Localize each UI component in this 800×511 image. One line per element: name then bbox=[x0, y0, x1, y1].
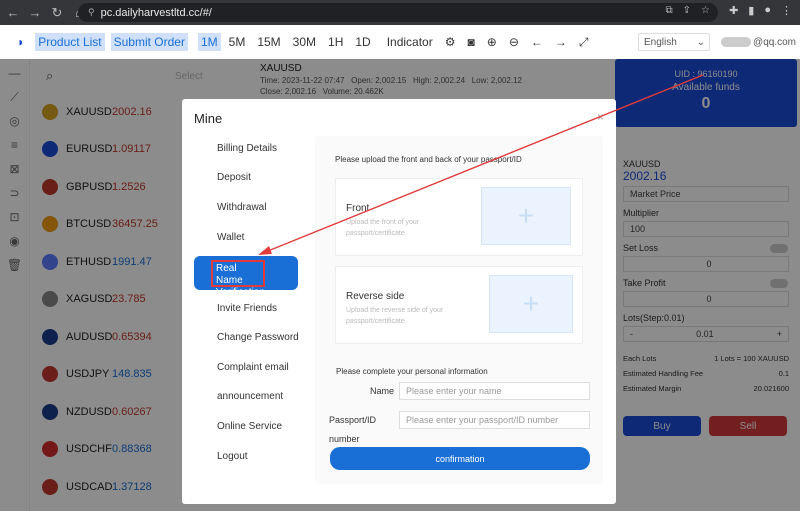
forward-icon[interactable]: → bbox=[26, 4, 44, 22]
translate-icon[interactable]: ⧉ bbox=[666, 5, 673, 16]
address-bar[interactable]: ⚲ pc.dailyharvestltd.cc/#/ bbox=[78, 3, 718, 22]
bookmark-star-icon[interactable]: ☆ bbox=[701, 5, 710, 16]
reverse-upload-button[interactable]: + bbox=[489, 275, 573, 333]
timeframe-15m[interactable]: 15M bbox=[257, 35, 280, 49]
passport-label-2: number bbox=[329, 434, 360, 444]
front-upload-card: Front Upload the front of your passport/… bbox=[335, 178, 583, 256]
front-title: Front bbox=[346, 203, 370, 214]
menu-logout[interactable]: Logout bbox=[217, 451, 248, 462]
reverse-subtitle: Upload the reverse side of your passport… bbox=[346, 307, 444, 325]
indicator-button[interactable]: Indicator bbox=[387, 35, 433, 49]
reverse-upload-card: Reverse side Upload the reverse side of … bbox=[335, 266, 583, 344]
chevron-down-icon: ⌄ bbox=[696, 36, 705, 48]
front-subtitle: Upload the front of your passport/certif… bbox=[346, 219, 420, 237]
email-mask bbox=[721, 37, 752, 47]
confirmation-button[interactable]: confirmation bbox=[330, 447, 590, 470]
timeframe-30m[interactable]: 30M bbox=[293, 35, 316, 49]
sidebar-icon[interactable]: ▮ bbox=[748, 4, 754, 17]
menu-billing-details[interactable]: Billing Details bbox=[217, 143, 277, 154]
fullscreen-icon[interactable]: ⤢ bbox=[579, 35, 589, 50]
modal-title: Mine bbox=[194, 111, 223, 126]
product-list-button[interactable]: Product List bbox=[35, 33, 105, 51]
extensions-icon[interactable]: ✚ bbox=[729, 4, 738, 17]
zoom-out-icon[interactable]: ⊖ bbox=[509, 35, 519, 49]
timeframe-1h[interactable]: 1H bbox=[328, 35, 343, 49]
camera-icon[interactable]: ◙ bbox=[468, 35, 475, 49]
scroll-right-icon[interactable]: → bbox=[555, 35, 567, 49]
close-icon[interactable]: × bbox=[597, 110, 604, 124]
upload-instruction: Please upload the front and back of your… bbox=[335, 155, 522, 164]
email-suffix: @qq.com bbox=[753, 36, 796, 48]
timeframe-1d[interactable]: 1D bbox=[355, 35, 370, 49]
zoom-in-icon[interactable]: ⊕ bbox=[487, 35, 497, 49]
verification-pane: Please upload the front and back of your… bbox=[315, 136, 603, 484]
menu-withdrawal[interactable]: Withdrawal bbox=[217, 202, 266, 213]
personal-info-title: Please complete your personal informatio… bbox=[336, 367, 488, 376]
profile-icon[interactable]: ● bbox=[764, 4, 771, 17]
logo-icon: ◑ bbox=[16, 35, 24, 49]
reload-icon[interactable]: ↻ bbox=[48, 4, 66, 22]
menu-announcement[interactable]: announcement bbox=[217, 391, 283, 402]
menu-invite-friends[interactable]: Invite Friends bbox=[217, 303, 277, 314]
site-info-icon[interactable]: ⚲ bbox=[88, 7, 95, 18]
timeframe-1m[interactable]: 1M bbox=[197, 33, 221, 51]
back-icon[interactable]: ← bbox=[4, 4, 22, 22]
submit-order-button[interactable]: Submit Order bbox=[110, 33, 188, 51]
passport-input[interactable]: Please enter your passport/ID number bbox=[399, 411, 590, 429]
language-value: English bbox=[644, 36, 677, 48]
account-email[interactable]: @qq.com bbox=[716, 33, 796, 51]
menu-wallet[interactable]: Wallet bbox=[217, 232, 244, 243]
menu-change-password[interactable]: Change Password bbox=[217, 332, 299, 343]
passport-label: Passport/ID bbox=[329, 415, 377, 425]
settings-icon[interactable]: ⚙ bbox=[445, 35, 456, 49]
plus-icon: + bbox=[522, 288, 540, 319]
menu-complaint-email[interactable]: Complaint email bbox=[217, 362, 289, 373]
language-select[interactable]: English ⌄ bbox=[638, 33, 710, 51]
url-text: pc.dailyharvestltd.cc/#/ bbox=[100, 6, 212, 19]
timeframe-5m[interactable]: 5M bbox=[229, 35, 246, 49]
scroll-left-icon[interactable]: ← bbox=[531, 35, 543, 49]
menu-deposit[interactable]: Deposit bbox=[217, 172, 251, 183]
name-label: Name bbox=[370, 386, 395, 396]
mine-modal: Mine × Billing Details Deposit Withdrawa… bbox=[182, 99, 616, 504]
plus-icon: + bbox=[517, 200, 535, 231]
reverse-title: Reverse side bbox=[346, 291, 405, 302]
share-icon[interactable]: ⇪ bbox=[683, 5, 691, 16]
browser-toolbar: ← → ↻ ⌂ ⚲ pc.dailyharvestltd.cc/#/ ⧉ ⇪ ☆… bbox=[0, 0, 800, 25]
name-input[interactable]: Please enter your name bbox=[399, 382, 590, 400]
front-upload-button[interactable]: + bbox=[481, 187, 571, 245]
menu-online-service[interactable]: Online Service bbox=[217, 421, 282, 432]
menu-dots-icon[interactable]: ⋮ bbox=[781, 4, 792, 17]
menu-real-name-verification-label: Real Name Verification bbox=[211, 260, 265, 298]
